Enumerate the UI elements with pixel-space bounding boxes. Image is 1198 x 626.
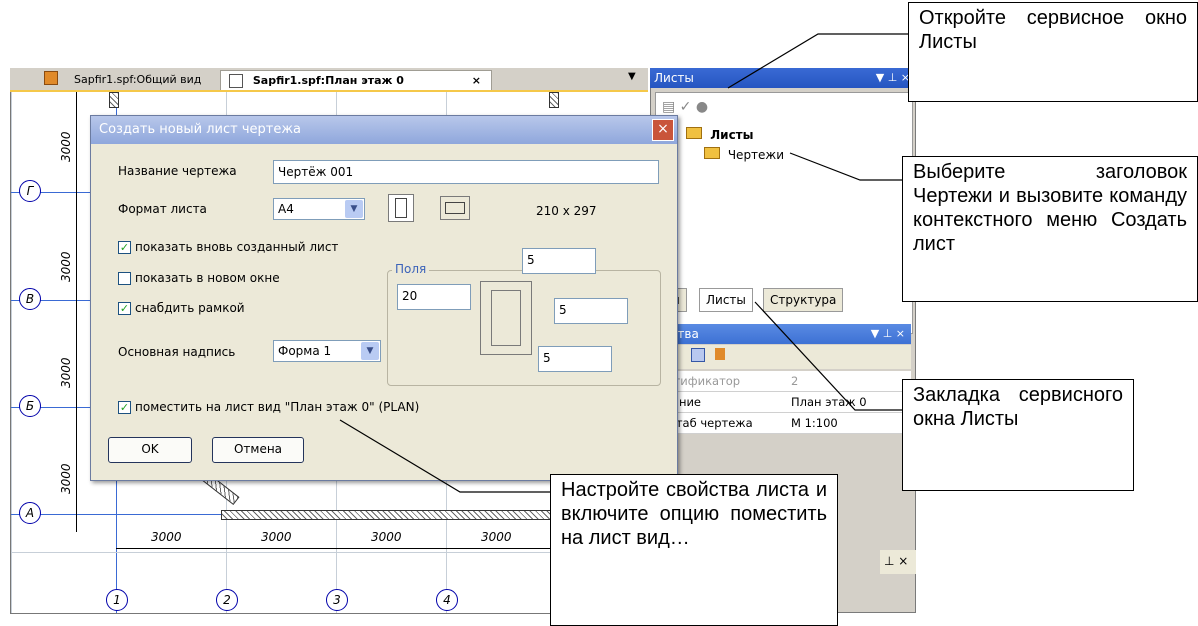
callout-line-4 — [339, 419, 550, 493]
note-select-drawings: Выберите заголовок Чертежи и вызовите ко… — [902, 156, 1198, 302]
note-sheets-tab: Закладка сервисного окна Листы — [902, 379, 1134, 491]
callout-line-2 — [789, 152, 902, 181]
callout-line-3 — [754, 301, 902, 411]
note-open-sheets-window: Откройте сервисное окно Листы — [908, 2, 1198, 102]
note-configure-sheet: Настройте свойства листа и включите опци… — [550, 474, 838, 626]
callout-line-1 — [727, 33, 908, 89]
